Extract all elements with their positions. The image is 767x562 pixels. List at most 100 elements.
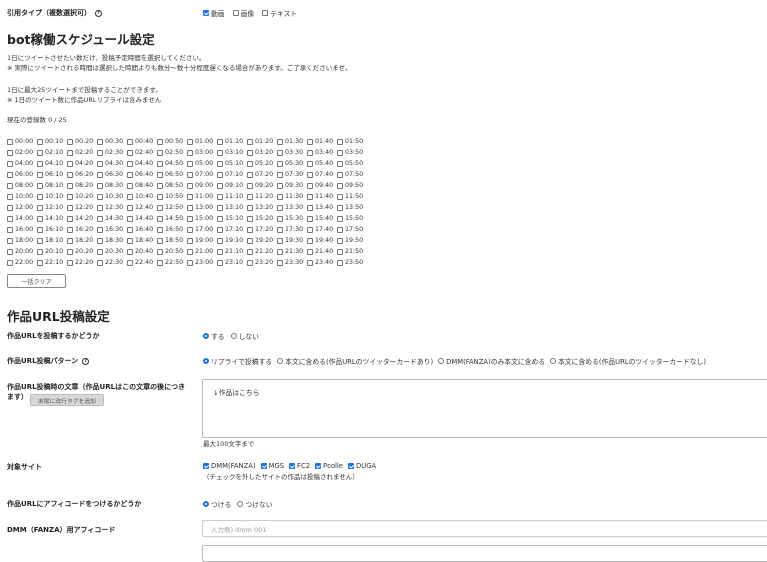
checkbox-icon[interactable] [97, 237, 103, 244]
time-slot[interactable]: 19:30 [277, 237, 307, 244]
checkbox-icon[interactable] [67, 248, 73, 255]
checkbox-icon[interactable] [187, 248, 193, 255]
time-slot[interactable]: 18:50 [157, 237, 187, 244]
time-slot[interactable]: 00:40 [127, 138, 157, 145]
time-slot[interactable]: 13:00 [187, 204, 217, 211]
time-slot[interactable]: 09:10 [217, 182, 247, 189]
time-slot[interactable]: 10:40 [127, 193, 157, 200]
time-slot[interactable]: 23:50 [337, 259, 367, 266]
checkbox-icon[interactable] [217, 248, 223, 255]
checkbox-icon[interactable] [127, 259, 133, 266]
time-slot[interactable]: 23:10 [217, 259, 247, 266]
checkbox-icon[interactable] [157, 226, 163, 233]
radio-icon[interactable] [237, 501, 244, 507]
checkbox-icon[interactable] [337, 138, 343, 145]
checkbox-icon[interactable] [157, 259, 163, 266]
time-slot[interactable]: 09:50 [337, 182, 367, 189]
time-slot[interactable]: 04:00 [7, 160, 37, 167]
time-slot[interactable]: 02:20 [67, 149, 97, 156]
radio-icon[interactable] [550, 358, 557, 364]
time-slot[interactable]: 21:40 [307, 248, 337, 255]
time-slot[interactable]: 10:30 [97, 193, 127, 200]
checkbox-icon[interactable] [7, 193, 13, 200]
time-slot[interactable]: 20:20 [67, 248, 97, 255]
checkbox-icon[interactable] [277, 149, 283, 156]
time-slot[interactable]: 14:50 [157, 215, 187, 222]
time-slot[interactable]: 03:00 [187, 149, 217, 156]
checkbox-icon[interactable] [127, 226, 133, 233]
time-slot[interactable]: 14:40 [127, 215, 157, 222]
checkbox-icon[interactable] [67, 259, 73, 266]
time-slot[interactable]: 22:10 [37, 259, 67, 266]
affiliate-on[interactable]: つける [203, 499, 231, 509]
checkbox-icon[interactable] [247, 182, 253, 189]
time-slot[interactable]: 12:00 [7, 204, 37, 211]
checkbox-icon[interactable] [217, 160, 223, 167]
site-fc2[interactable]: FC2 [289, 462, 310, 470]
checkbox-icon[interactable] [157, 215, 163, 222]
checkbox-icon[interactable] [127, 171, 133, 178]
checkbox-icon[interactable] [217, 193, 223, 200]
time-slot[interactable]: 09:30 [277, 182, 307, 189]
checkbox-icon[interactable] [127, 193, 133, 200]
checkbox-icon[interactable] [157, 237, 163, 244]
time-slot[interactable]: 10:10 [37, 193, 67, 200]
checkbox-icon[interactable] [217, 226, 223, 233]
time-slot[interactable]: 03:50 [337, 149, 367, 156]
time-slot[interactable]: 04:20 [67, 160, 97, 167]
time-slot[interactable]: 22:50 [157, 259, 187, 266]
checkbox-icon[interactable] [37, 259, 43, 266]
checkbox-icon[interactable] [337, 160, 343, 167]
checkbox-icon[interactable] [37, 248, 43, 255]
time-slot[interactable]: 23:00 [187, 259, 217, 266]
time-slot[interactable]: 19:50 [337, 237, 367, 244]
time-slot[interactable]: 21:50 [337, 248, 367, 255]
checkbox-icon[interactable] [337, 237, 343, 244]
time-slot[interactable]: 07:20 [247, 171, 277, 178]
checkbox-icon[interactable] [187, 149, 193, 156]
time-slot[interactable]: 18:40 [127, 237, 157, 244]
dmm-code-input[interactable]: 入力例) dmm 001 [202, 520, 767, 537]
checkbox-icon[interactable] [37, 204, 43, 211]
time-slot[interactable]: 02:10 [37, 149, 67, 156]
time-slot[interactable]: 10:20 [67, 193, 97, 200]
checkbox-icon[interactable] [7, 171, 13, 178]
time-slot[interactable]: 12:40 [127, 204, 157, 211]
checkbox-icon[interactable] [247, 160, 253, 167]
time-slot[interactable]: 21:10 [217, 248, 247, 255]
time-slot[interactable]: 10:00 [7, 193, 37, 200]
time-slot[interactable]: 07:30 [277, 171, 307, 178]
checkbox-icon[interactable] [337, 171, 343, 178]
radio-icon[interactable] [277, 358, 284, 364]
checkbox-icon[interactable] [37, 182, 43, 189]
checkbox-icon[interactable] [187, 160, 193, 167]
checkbox-icon[interactable] [37, 215, 43, 222]
time-slot[interactable]: 15:40 [307, 215, 337, 222]
time-slot[interactable]: 04:40 [127, 160, 157, 167]
url-text-textarea[interactable]: ↓作品はこちら [202, 379, 767, 438]
checkbox-icon[interactable] [337, 204, 343, 211]
time-slot[interactable]: 05:10 [217, 160, 247, 167]
checkbox-icon[interactable] [277, 259, 283, 266]
checkbox-icon[interactable] [307, 138, 313, 145]
checkbox-icon[interactable] [37, 160, 43, 167]
checkbox-icon[interactable] [260, 463, 267, 469]
time-slot[interactable]: 03:30 [277, 149, 307, 156]
checkbox-icon[interactable] [337, 248, 343, 255]
checkbox-icon[interactable] [232, 10, 239, 16]
checkbox-icon[interactable] [247, 204, 253, 211]
site-duga[interactable]: DUGA [347, 462, 376, 470]
checkbox-icon[interactable] [37, 149, 43, 156]
time-slot[interactable]: 13:50 [337, 204, 367, 211]
checkbox-icon[interactable] [217, 171, 223, 178]
checkbox-icon[interactable] [247, 259, 253, 266]
time-slot[interactable]: 02:40 [127, 149, 157, 156]
checkbox-icon[interactable] [67, 204, 73, 211]
time-slot[interactable]: 16:10 [37, 226, 67, 233]
time-slot[interactable]: 11:40 [307, 193, 337, 200]
site-pcolle[interactable]: Pcolle [315, 462, 343, 470]
time-slot[interactable]: 04:30 [97, 160, 127, 167]
checkbox-icon[interactable] [67, 149, 73, 156]
time-slot[interactable]: 17:00 [187, 226, 217, 233]
radio-icon[interactable] [438, 358, 445, 364]
